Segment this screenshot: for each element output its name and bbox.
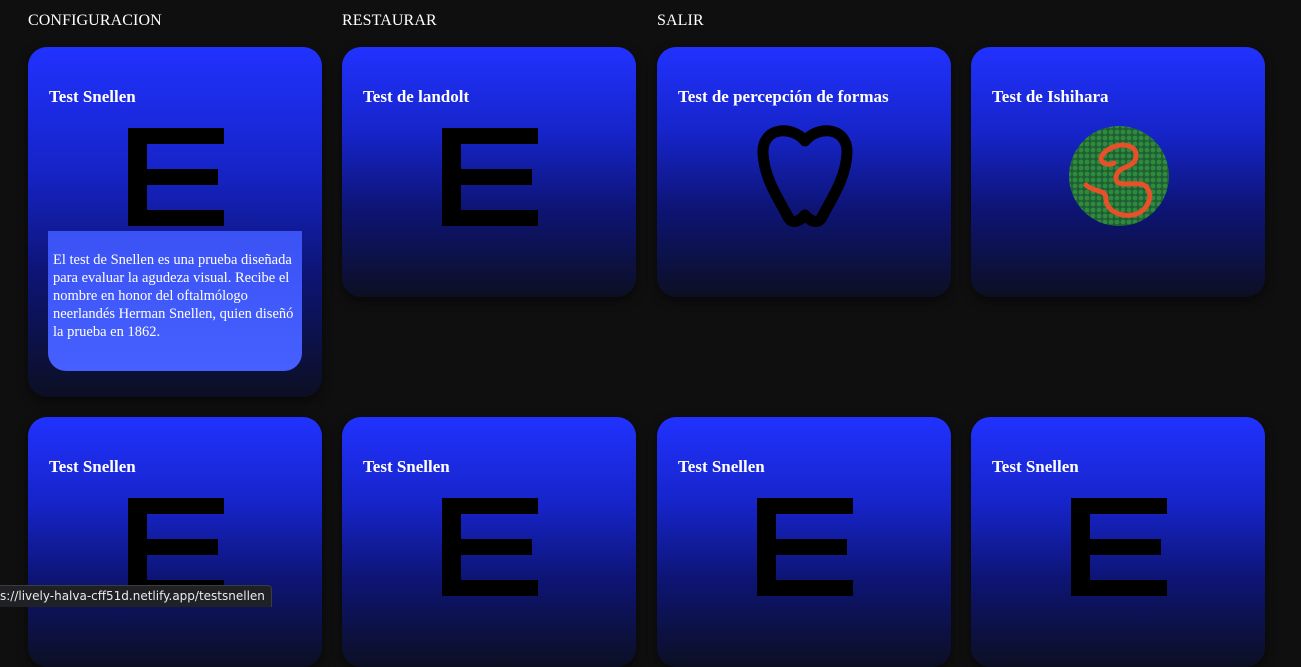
card-title: Test Snellen bbox=[49, 457, 136, 476]
card-test-snellen[interactable]: Test Snellen bbox=[657, 417, 951, 667]
snellen-e-icon bbox=[442, 498, 538, 596]
snellen-e-icon bbox=[442, 128, 538, 226]
card-test-percepcion-formas[interactable]: Test de percepción de formas bbox=[657, 47, 951, 297]
card-title: Test Snellen bbox=[49, 87, 136, 106]
card-test-ishihara[interactable]: Test de Ishihara bbox=[971, 47, 1265, 297]
snellen-e-icon bbox=[1071, 498, 1167, 596]
card-test-landolt[interactable]: Test de landolt bbox=[342, 47, 636, 297]
card-title: Test Snellen bbox=[992, 457, 1079, 476]
card-title: Test de landolt bbox=[363, 87, 470, 106]
card-test-snellen[interactable]: Test Snellen El test de Snellen es una p… bbox=[28, 47, 322, 397]
card-test-snellen[interactable]: Test Snellen bbox=[971, 417, 1265, 667]
snellen-e-icon bbox=[128, 498, 224, 596]
nav-salir[interactable]: SALIR bbox=[657, 12, 704, 30]
snellen-e-icon bbox=[128, 128, 224, 226]
top-navigation: CONFIGURACION RESTAURAR SALIR bbox=[0, 0, 1301, 40]
status-bar-url: s://lively-halva-cff51d.netlify.app/test… bbox=[0, 585, 272, 607]
apple-shape-icon bbox=[757, 125, 853, 227]
nav-restaurar[interactable]: RESTAURAR bbox=[342, 12, 437, 30]
card-test-snellen[interactable]: Test Snellen bbox=[28, 417, 322, 667]
nav-configuracion[interactable]: CONFIGURACION bbox=[28, 12, 162, 30]
card-title: Test de Ishihara bbox=[992, 87, 1109, 106]
snellen-e-icon bbox=[757, 498, 853, 596]
card-test-snellen[interactable]: Test Snellen bbox=[342, 417, 636, 667]
card-title: Test de percepción de formas bbox=[678, 87, 889, 106]
ishihara-plate-icon bbox=[1069, 126, 1169, 226]
card-title: Test Snellen bbox=[678, 457, 765, 476]
card-title: Test Snellen bbox=[363, 457, 450, 476]
card-description: El test de Snellen es una prueba diseñad… bbox=[48, 231, 302, 371]
